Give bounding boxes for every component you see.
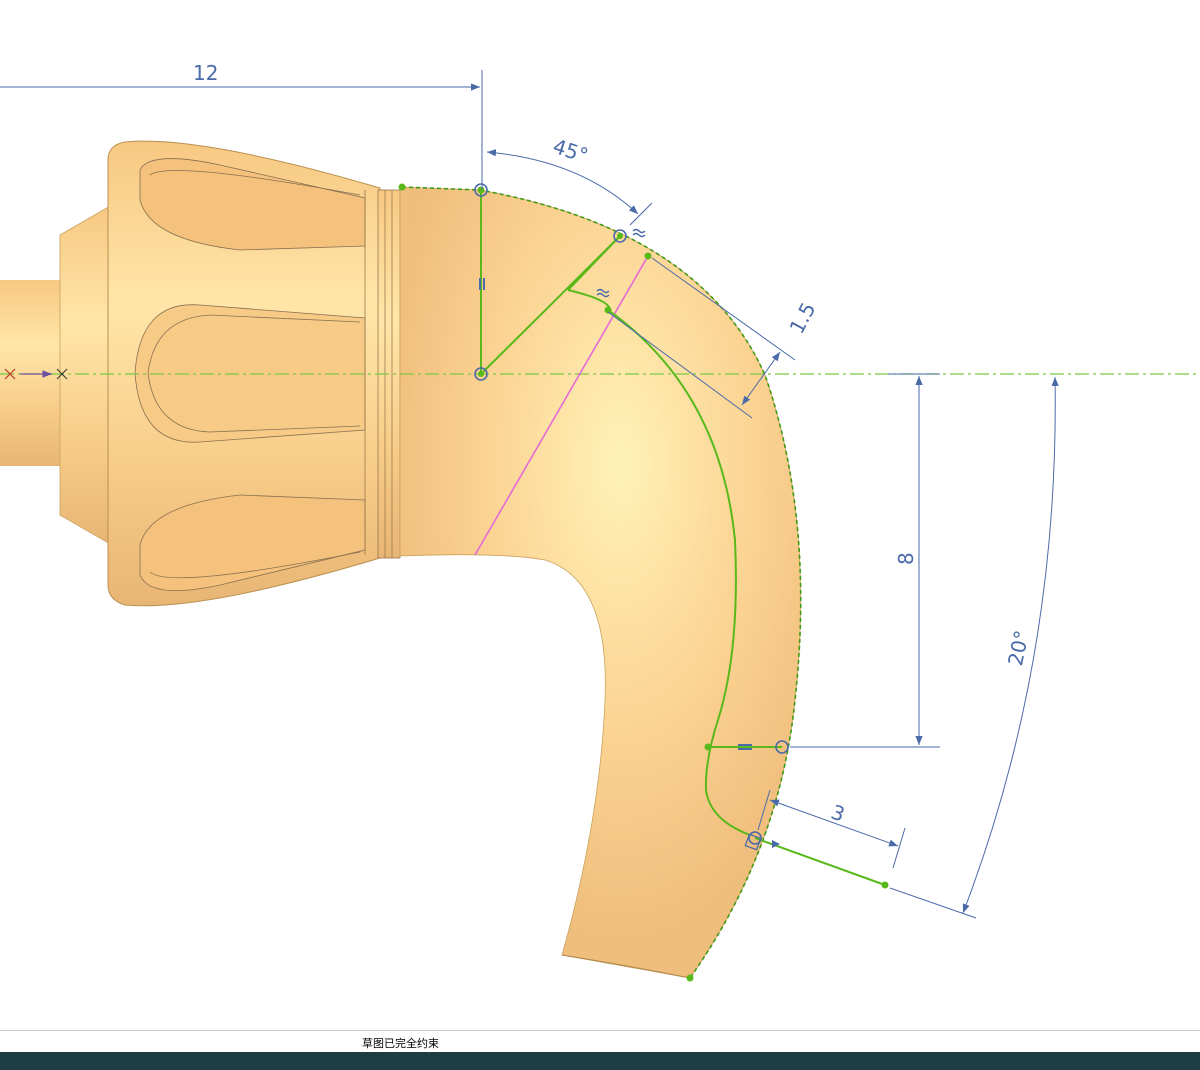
taskbar: [0, 1052, 1200, 1070]
dimension-12-label[interactable]: 12: [193, 61, 218, 85]
dimension-3[interactable]: [757, 789, 906, 869]
dimension-1-5-label[interactable]: 1.5: [784, 298, 820, 337]
sketch-canvas[interactable]: 12 45° 1.5 8 20° 3: [0, 0, 1200, 1030]
dimension-8-label[interactable]: 8: [894, 552, 918, 565]
dimension-45deg-label[interactable]: 45°: [550, 134, 591, 168]
status-message: 草图已完全约束: [362, 1037, 439, 1050]
spout-elbow: [399, 186, 802, 979]
cad-viewport[interactable]: 12 45° 1.5 8 20° 3: [0, 0, 1200, 1030]
collar: [59, 204, 113, 546]
dimension-3-label[interactable]: 3: [828, 800, 848, 827]
dimension-20deg-label[interactable]: 20°: [1003, 628, 1034, 668]
status-bar: 草图已完全约束: [0, 1030, 1200, 1052]
